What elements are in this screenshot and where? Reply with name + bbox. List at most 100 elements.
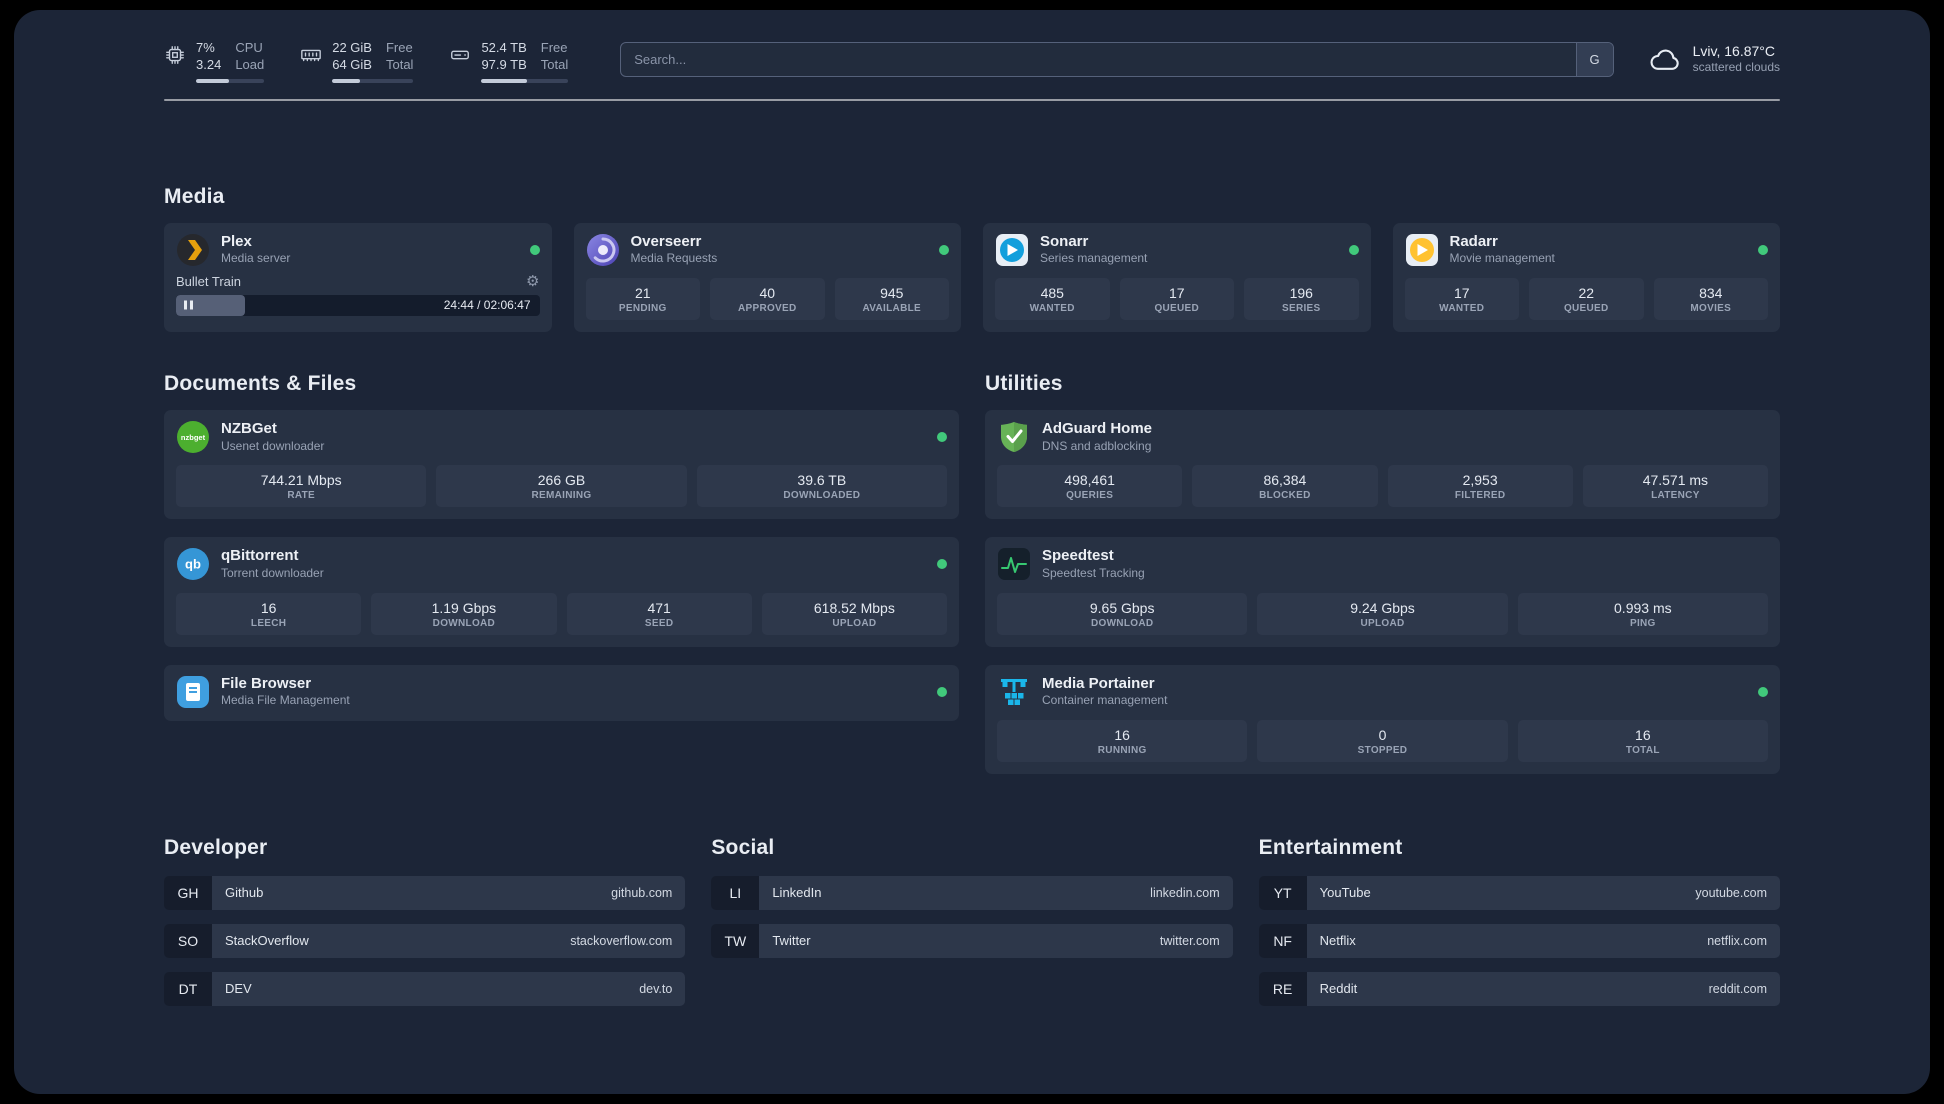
stat-seed: 471 SEED [566, 592, 752, 635]
disk-progress-bar [481, 78, 569, 83]
status-dot [1758, 686, 1768, 697]
disk-label-bottom: Total [540, 57, 569, 73]
bookmark-reddit[interactable]: RE Reddit reddit.com [1258, 971, 1780, 1006]
service-name: Media Portainer [1042, 674, 1155, 692]
service-description: Series management [1040, 251, 1148, 266]
weather-location: Lviv, 16.87°C [1692, 43, 1775, 59]
bookmark-youtube[interactable]: YT YouTube youtube.com [1258, 875, 1780, 910]
service-name: Speedtest [1042, 547, 1114, 565]
group-title-media: Media [164, 184, 225, 208]
group-documents: Documents & Files nzbget NZBGet Usenet d… [164, 372, 959, 774]
stat-pending: 21 PENDING [585, 277, 700, 320]
memory-label-bottom: Total [385, 57, 414, 73]
stat-stopped: 0 STOPPED [1257, 719, 1508, 762]
service-description: Movie management [1449, 251, 1555, 266]
radarr-icon [1405, 233, 1439, 267]
status-dot [939, 244, 949, 255]
bookmark-stackoverflow[interactable]: SO StackOverflow stackoverflow.com [164, 923, 686, 958]
service-description: DNS and adblocking [1042, 438, 1152, 453]
stat-download: 9.65 Gbps DOWNLOAD [997, 592, 1248, 635]
service-name: Overseerr [630, 232, 702, 250]
bookmark-domain: github.com [611, 885, 673, 900]
service-description: Torrent downloader [221, 565, 324, 580]
bookmark-domain: netflix.com [1707, 933, 1767, 948]
playback-time: 24:44 / 02:06:47 [443, 298, 531, 313]
bookmark-domain: youtube.com [1695, 885, 1767, 900]
stat-download: 1.19 Gbps DOWNLOAD [371, 592, 557, 635]
disk-label-top: Free [540, 40, 568, 55]
bookmark-abbr: YT [1258, 875, 1307, 910]
service-card-adguard[interactable]: AdGuard Home DNS and adblocking 498,461 … [985, 409, 1780, 520]
bookmark-name: DEV [225, 981, 252, 997]
search-input[interactable] [620, 42, 1614, 77]
stat-upload: 9.24 Gbps UPLOAD [1257, 592, 1508, 635]
bookmark-github[interactable]: GH Github github.com [164, 875, 686, 910]
service-card-plex[interactable]: Plex Media server Bullet Train ⚙ 24:44 /… [164, 222, 552, 332]
playback-progress-bar[interactable]: 24:44 / 02:06:47 [176, 294, 540, 316]
service-card-nzbget[interactable]: nzbget NZBGet Usenet downloader 744.21 M… [164, 409, 959, 520]
qbittorrent-icon: qb [176, 547, 210, 581]
bookmark-linkedin[interactable]: LI LinkedIn linkedin.com [711, 875, 1233, 910]
stat-wanted: 17 WANTED [1404, 277, 1519, 320]
bookmark-name: YouTube [1319, 885, 1371, 901]
svg-text:nzbget: nzbget [181, 433, 206, 442]
service-description: Speedtest Tracking [1042, 565, 1145, 580]
group-title-documents: Documents & Files [164, 371, 357, 395]
pause-icon[interactable] [184, 300, 193, 310]
bookmark-domain: linkedin.com [1150, 885, 1220, 900]
bookmark-name: Github [225, 885, 264, 901]
stat-wanted: 485 WANTED [995, 277, 1110, 320]
service-description: Media server [221, 251, 291, 266]
disk-icon [449, 44, 471, 66]
group-title-utilities: Utilities [985, 371, 1063, 395]
speedtest-icon [997, 547, 1031, 581]
stat-queued: 17 QUEUED [1119, 277, 1234, 320]
bookmark-dev[interactable]: DT DEV dev.to [164, 971, 686, 1006]
group-title-developer: Developer [164, 835, 268, 859]
stat-running: 16 RUNNING [997, 719, 1248, 762]
cpu-value: 7% [196, 40, 215, 55]
service-card-filebrowser[interactable]: File Browser Media File Management [164, 664, 959, 721]
service-card-speedtest[interactable]: Speedtest Speedtest Tracking 9.65 Gbps D… [985, 537, 1780, 647]
cloud-icon [1648, 44, 1682, 74]
memory-widget: 22 GiB 64 GiB Free Total [300, 40, 414, 83]
group-title-entertainment: Entertainment [1258, 835, 1403, 859]
portainer-icon [997, 675, 1031, 709]
stat-remaining: 266 GB REMAINING [436, 465, 687, 508]
stat-blocked: 86,384 BLOCKED [1192, 465, 1378, 508]
search-provider-button[interactable]: G [1575, 43, 1613, 76]
service-name: qBittorrent [221, 547, 299, 565]
bookmark-domain: reddit.com [1708, 981, 1767, 996]
overseerr-icon [586, 233, 620, 267]
service-card-radarr[interactable]: Radarr Movie management 17 WANTED 22 QUE… [1392, 222, 1780, 332]
cpu-label-top: CPU [235, 40, 263, 55]
status-dot [937, 432, 947, 443]
disk-free-value: 52.4 TB [481, 40, 527, 55]
bookmark-name: Twitter [772, 933, 811, 949]
bookmark-group-developer: Developer GH Github github.com SO StackO… [164, 835, 686, 1020]
stat-series: 196 SERIES [1244, 277, 1359, 320]
bookmark-abbr: DT [164, 971, 212, 1006]
status-dot [937, 686, 947, 697]
weather-widget: Lviv, 16.87°C scattered clouds [1648, 42, 1780, 76]
bookmark-netflix[interactable]: NF Netflix netflix.com [1258, 923, 1780, 958]
service-card-overseerr[interactable]: Overseerr Media Requests 21 PENDING 40 A… [573, 222, 961, 332]
stat-downloaded: 39.6 TB DOWNLOADED [696, 465, 947, 508]
stat-rate: 744.21 Mbps RATE [176, 465, 427, 508]
service-card-portainer[interactable]: Media Portainer Container management 16 … [985, 664, 1780, 774]
service-card-qbittorrent[interactable]: qb qBittorrent Torrent downloader 16 LEE… [164, 537, 959, 647]
stat-upload: 618.52 Mbps UPLOAD [761, 592, 947, 635]
cpu-label-bottom: Load [235, 57, 265, 73]
bookmark-name: LinkedIn [772, 885, 822, 901]
service-description: Media Requests [630, 251, 718, 266]
stat-leech: 16 LEECH [176, 592, 362, 635]
svg-text:qb: qb [185, 557, 201, 572]
bookmark-twitter[interactable]: TW Twitter twitter.com [711, 923, 1233, 958]
service-card-sonarr[interactable]: Sonarr Series management 485 WANTED 17 Q… [983, 222, 1371, 332]
adguard-icon [997, 420, 1031, 454]
bookmark-group-entertainment: Entertainment YT YouTube youtube.com NF … [1258, 835, 1780, 1020]
gear-icon[interactable]: ⚙ [526, 274, 539, 289]
topbar: 7% 3.24 CPU Load 22 GiB 64 GiB Free Tota… [164, 40, 1780, 83]
disk-widget: 52.4 TB 97.9 TB Free Total [449, 40, 569, 83]
disk-total-value: 97.9 TB [481, 57, 527, 73]
